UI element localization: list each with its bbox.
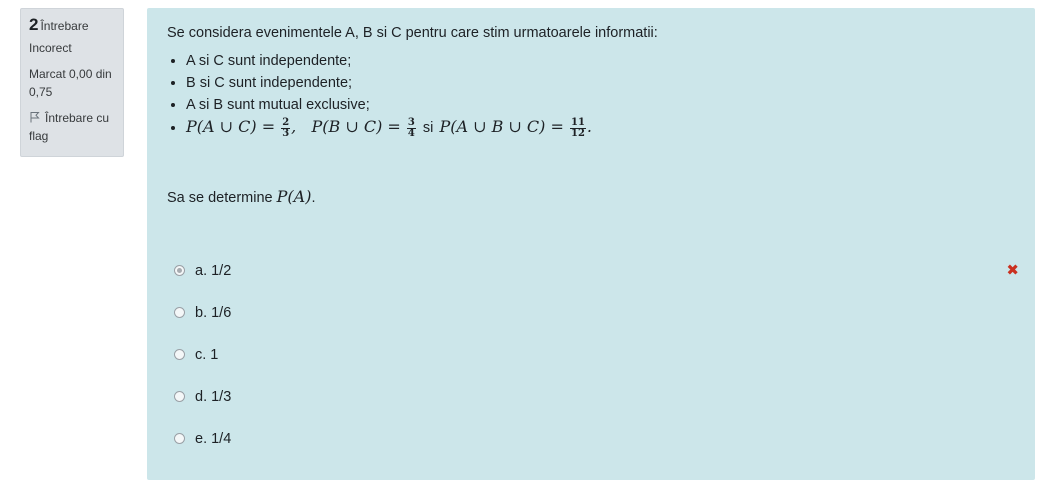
condition-item: B si C sunt independente;: [186, 72, 1015, 94]
fraction-3-4: 34: [406, 116, 416, 139]
question-content: Se considera evenimentele A, B si C pent…: [147, 8, 1035, 480]
question-number: 2 Întrebare: [29, 16, 115, 35]
radio-button[interactable]: [174, 349, 185, 360]
formula-p-a-union-b-union-c: P(A ∪ B ∪ C) =: [439, 117, 569, 136]
answer-label: e. 1/4: [195, 431, 232, 447]
condition-item: A si B sunt mutual exclusive;: [186, 94, 1015, 116]
radio-button[interactable]: [174, 307, 185, 318]
task-text: Sa se determine: [167, 190, 273, 206]
answer-option-c[interactable]: c. 1: [174, 344, 1014, 386]
answer-option-e[interactable]: e. 1/4: [174, 428, 1014, 470]
task-formula: P(A): [276, 187, 312, 206]
flag-question-link[interactable]: Întrebare cu flag: [29, 109, 115, 145]
answer-label: d. 1/3: [195, 389, 232, 405]
answer-option-d[interactable]: d. 1/3: [174, 386, 1014, 428]
radio-button[interactable]: [174, 391, 185, 402]
answer-label: c. 1: [195, 347, 219, 363]
condition-formula: P(A ∪ C) = 23, P(B ∪ C) = 34 si P(A ∪ B …: [186, 116, 1015, 138]
answer-option-b[interactable]: b. 1/6: [174, 302, 1014, 344]
formula-conjunction: si: [422, 120, 434, 136]
radio-button[interactable]: [174, 433, 185, 444]
fraction-2-3: 23: [281, 116, 291, 139]
question-intro: Se considera evenimentele A, B si C pent…: [167, 25, 658, 41]
flag-question-label: Întrebare cu flag: [29, 111, 110, 143]
question-task: Sa se determine P(A).: [167, 187, 316, 206]
question-info-panel: 2 Întrebare Incorect Marcat 0,00 din 0,75…: [20, 8, 124, 157]
radio-button-selected[interactable]: [174, 265, 185, 276]
flag-icon: [29, 110, 41, 123]
question-grade: Marcat 0,00 din 0,75: [29, 67, 112, 99]
formula-p-a-union-c: P(A ∪ C) =: [186, 117, 281, 136]
answer-label: a. 1/2: [195, 263, 232, 279]
question-number-label: Întrebare: [40, 19, 89, 33]
question-number-value: 2: [29, 15, 39, 34]
condition-item: A si C sunt independente;: [186, 50, 1015, 72]
answer-option-a[interactable]: a. 1/2 ✖: [174, 260, 1019, 302]
answer-options: a. 1/2 ✖ b. 1/6 c. 1 d. 1/3 e. 1/4: [174, 260, 1019, 470]
fraction-11-12: 11 12: [569, 116, 586, 139]
question-state: Incorect: [29, 41, 72, 55]
formula-p-b-union-c: P(B ∪ C) =: [311, 117, 406, 136]
answer-label: b. 1/6: [195, 305, 232, 321]
conditions-list: A si C sunt independente; B si C sunt in…: [167, 50, 1015, 138]
incorrect-icon: ✖: [1006, 262, 1019, 279]
